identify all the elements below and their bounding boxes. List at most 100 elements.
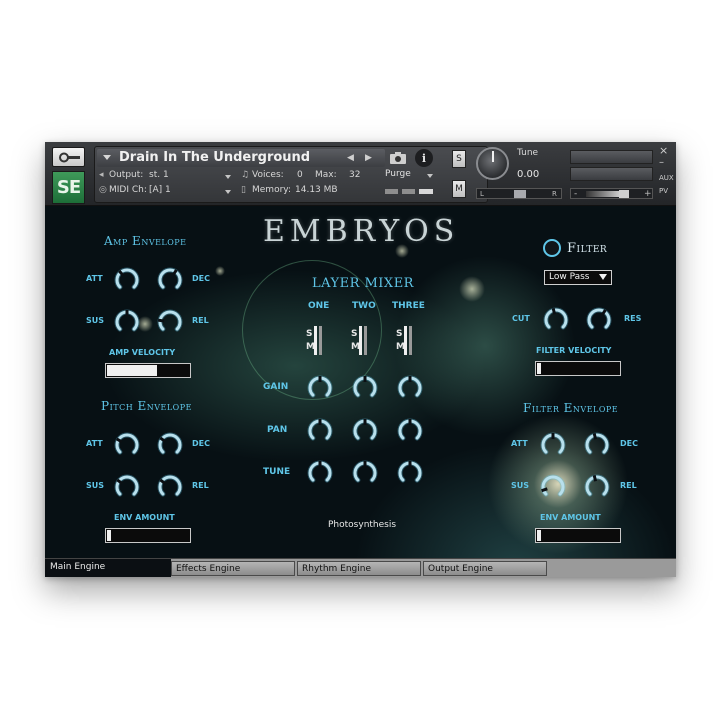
pan-left-label: L xyxy=(480,190,484,198)
memory-value: 14.13 MB xyxy=(295,185,338,195)
filter-attack-knob[interactable] xyxy=(539,431,567,459)
filter-type-dropdown[interactable]: Low Pass xyxy=(544,270,612,285)
layer-three-label: THREE xyxy=(392,301,425,311)
pitch-release-knob[interactable] xyxy=(156,473,184,501)
pitch-env-amount-fill xyxy=(107,530,111,541)
filter-rel-label: REL xyxy=(620,481,637,490)
layer-one-gain-knob[interactable] xyxy=(306,374,334,402)
layer-three-gain-knob[interactable] xyxy=(396,374,424,402)
pitch-env-amount-label: ENV AMOUNT xyxy=(114,513,175,522)
voices-label: Voices: xyxy=(252,170,284,180)
solo-button[interactable]: S xyxy=(452,150,466,168)
info-button[interactable]: i xyxy=(415,149,433,167)
layer-two-solo[interactable]: S xyxy=(351,329,357,339)
layer-two-fader[interactable]: S M xyxy=(351,326,369,356)
next-instrument-icon[interactable]: ▶ xyxy=(365,153,372,163)
pan-row-label: PAN xyxy=(267,425,288,435)
output-label: Output: xyxy=(109,170,144,180)
filter-env-amount-label: ENV AMOUNT xyxy=(540,513,601,522)
filter-release-knob[interactable] xyxy=(583,473,611,501)
tab-rhythm-engine[interactable]: Rhythm Engine xyxy=(297,561,421,576)
tune-value[interactable]: 0.00 xyxy=(517,169,539,180)
layer-three-solo[interactable]: S xyxy=(396,329,402,339)
filter-cutoff-knob[interactable] xyxy=(542,306,570,334)
snapshot-name: Photosynthesis xyxy=(328,520,397,530)
main-engine-panel: EMBRYOS Amp Envelope ATT DEC SUS REL AMP… xyxy=(45,206,676,558)
pitch-attack-knob[interactable] xyxy=(113,431,141,459)
filter-env-amount-slider[interactable] xyxy=(535,528,621,543)
tune-knob[interactable] xyxy=(476,147,509,180)
close-icon[interactable]: × xyxy=(659,144,668,157)
pv-button[interactable]: PV xyxy=(659,187,668,195)
layer-one-fader[interactable]: S M xyxy=(306,326,324,356)
snapshot-camera-button[interactable] xyxy=(385,149,411,167)
layer-two-tune-knob[interactable] xyxy=(351,459,379,487)
layer-one-solo[interactable]: S xyxy=(306,329,312,339)
midi-icon: ◎ xyxy=(99,185,107,195)
pitch-rel-label: REL xyxy=(192,481,209,490)
wrench-settings-button[interactable] xyxy=(52,147,85,167)
pan-slider-thumb[interactable] xyxy=(514,190,526,198)
filter-resonance-knob[interactable] xyxy=(585,306,613,334)
layer-three-pan-knob[interactable] xyxy=(396,417,424,445)
pan-slider[interactable]: L R xyxy=(476,188,562,199)
midi-label: MIDI Ch: xyxy=(109,185,147,195)
output-value: st. 1 xyxy=(149,170,169,180)
tab-effects-engine[interactable]: Effects Engine xyxy=(171,561,295,576)
aux-button[interactable]: AUX xyxy=(659,174,674,182)
layer-three-fader[interactable]: S M xyxy=(396,326,414,356)
solo-label: S xyxy=(456,154,462,164)
tab-main-engine[interactable]: Main Engine xyxy=(45,559,171,577)
max-voices-value[interactable]: 32 xyxy=(349,170,360,180)
purge-dropdown[interactable]: Purge xyxy=(385,169,435,183)
amp-attack-knob[interactable] xyxy=(113,266,141,294)
tune-row-label: TUNE xyxy=(263,467,291,477)
layer-two-pan-knob[interactable] xyxy=(351,417,379,445)
layer-one-pan-knob[interactable] xyxy=(306,417,334,445)
pitch-env-amount-slider[interactable] xyxy=(105,528,191,543)
layer-three-tune-knob[interactable] xyxy=(396,459,424,487)
collapse-arrow-icon[interactable] xyxy=(103,155,111,160)
pan-right-label: R xyxy=(552,190,557,198)
mute-button[interactable]: M xyxy=(452,180,466,198)
instrument-title-bar[interactable]: Drain In The Underground ◀ ▶ xyxy=(97,149,385,167)
instrument-info-panel: Drain In The Underground ◀ ▶ i ◂ Output:… xyxy=(94,146,488,203)
filter-att-label: ATT xyxy=(511,439,528,448)
minimize-icon[interactable]: – xyxy=(659,157,664,168)
memory-field: ▯ Memory: 14.13 MB xyxy=(241,184,381,199)
filter-type-value: Low Pass xyxy=(549,272,590,282)
layer-two-label: TWO xyxy=(352,301,376,311)
layer-one-tune-knob[interactable] xyxy=(306,459,334,487)
pitch-sustain-knob[interactable] xyxy=(113,473,141,501)
pitch-sus-label: SUS xyxy=(86,481,105,490)
previous-instrument-icon[interactable]: ◀ xyxy=(347,153,354,163)
pitch-envelope-title: Pitch Envelope xyxy=(101,399,192,413)
amp-sustain-knob[interactable] xyxy=(113,308,141,336)
amp-rel-label: REL xyxy=(192,316,209,325)
tab-output-engine[interactable]: Output Engine xyxy=(423,561,547,576)
amp-velocity-slider[interactable] xyxy=(105,363,191,378)
output-dropdown-icon xyxy=(225,175,231,179)
pitch-decay-knob[interactable] xyxy=(156,431,184,459)
filter-res-label: RES xyxy=(624,314,642,323)
filter-power-button[interactable] xyxy=(543,239,561,257)
filter-cut-label: CUT xyxy=(512,314,530,323)
output-field[interactable]: ◂ Output: st. 1 xyxy=(99,169,239,184)
amp-decay-knob[interactable] xyxy=(156,266,184,294)
filter-sustain-knob[interactable] xyxy=(539,473,567,501)
filter-type-dropdown-icon xyxy=(599,274,607,280)
volume-slider[interactable]: - + xyxy=(570,188,653,199)
filter-decay-knob[interactable] xyxy=(583,431,611,459)
gain-row-label: GAIN xyxy=(263,382,289,392)
filter-velocity-slider[interactable] xyxy=(535,361,621,376)
layer-two-gain-knob[interactable] xyxy=(351,374,379,402)
memory-label: Memory: xyxy=(252,185,291,195)
amp-velocity-fill xyxy=(107,365,157,376)
wrench-icon xyxy=(59,152,80,163)
midi-channel-field[interactable]: ◎ MIDI Ch: [A] 1 xyxy=(99,184,239,199)
amp-release-knob[interactable] xyxy=(156,308,184,336)
plugin-window: SE Drain In The Underground ◀ ▶ i ◂ Outp… xyxy=(45,142,676,577)
voices-field: ♫ Voices: 0 Max: 32 xyxy=(241,169,381,184)
volume-slider-thumb[interactable] xyxy=(619,190,629,198)
amp-dec-label: DEC xyxy=(192,274,210,283)
